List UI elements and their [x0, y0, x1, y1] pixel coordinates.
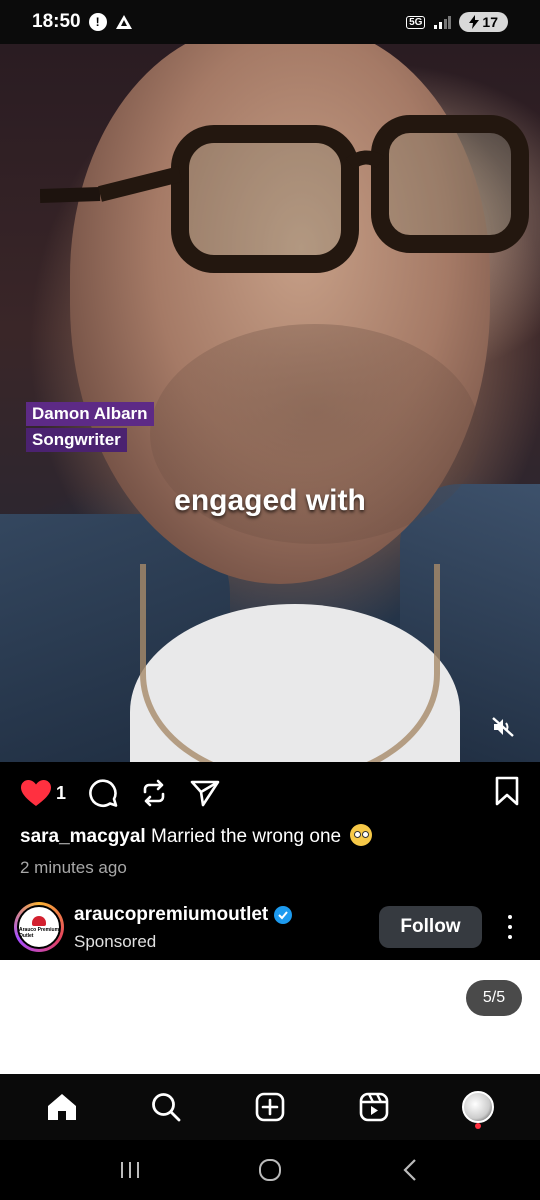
muted-speaker-icon — [492, 717, 514, 737]
follow-button[interactable]: Follow — [379, 906, 482, 948]
notification-dot — [475, 1123, 481, 1129]
post-footer: 1 sara_macgyal Married the wrong one 2 m… — [0, 762, 540, 960]
sponsor-avatar[interactable]: Arauco Premium Outlet — [14, 902, 64, 952]
more-options-button[interactable] — [500, 912, 520, 942]
post-timestamp: 2 minutes ago — [20, 858, 127, 877]
avatar-logo-text: Arauco Premium Outlet — [19, 926, 60, 939]
sponsor-avatar-inner: Arauco Premium Outlet — [17, 905, 61, 949]
arauco-logo-icon — [32, 915, 46, 926]
battery-indicator: 17 — [459, 12, 508, 32]
create-icon — [255, 1092, 285, 1122]
nav-search[interactable] — [146, 1087, 186, 1127]
network-type: 5G — [406, 15, 426, 29]
recent-apps-button[interactable] — [110, 1150, 150, 1190]
rolling-eyes-emoji-icon — [350, 824, 373, 846]
nav-create[interactable] — [250, 1087, 290, 1127]
system-nav — [0, 1140, 540, 1200]
send-icon — [190, 780, 220, 807]
name-tag: Damon Albarn Songwriter — [26, 402, 154, 454]
comment-username[interactable]: sara_macgyal — [20, 826, 146, 847]
reels-icon — [359, 1092, 389, 1122]
back-chevron-icon — [403, 1159, 416, 1181]
back-button[interactable] — [390, 1150, 430, 1190]
nav-profile[interactable] — [458, 1087, 498, 1129]
more-dot-icon — [508, 935, 512, 939]
status-time: 18:50 — [32, 11, 81, 32]
more-dot-icon — [508, 915, 512, 919]
share-button[interactable] — [190, 779, 220, 807]
comment-text: Married the wrong one — [151, 826, 342, 847]
status-left: 18:50 ! — [32, 11, 133, 33]
recent-apps-icon — [121, 1162, 139, 1178]
battery-level: 17 — [482, 14, 498, 30]
name-tag-name: Damon Albarn — [26, 402, 154, 426]
mute-button[interactable] — [488, 712, 518, 742]
save-button[interactable] — [494, 776, 520, 811]
name-tag-role: Songwriter — [26, 428, 127, 452]
home-icon — [48, 1094, 76, 1120]
post-video[interactable]: Damon Albarn Songwriter engaged with — [0, 44, 540, 762]
bookmark-icon — [495, 776, 519, 806]
repost-icon — [143, 779, 165, 807]
comment-preview[interactable]: sara_macgyal Married the wrong one — [20, 824, 373, 848]
sponsored-post-header: Arauco Premium Outlet araucopremiumoutle… — [0, 892, 540, 960]
profile-avatar — [462, 1091, 494, 1123]
heart-filled-icon — [21, 780, 51, 806]
video-chain — [140, 564, 440, 762]
status-bar: 18:50 ! 5G 17 — [0, 0, 540, 44]
verified-badge-icon — [274, 906, 293, 924]
sponsor-account[interactable]: araucopremiumoutlet — [74, 904, 293, 926]
home-system-button[interactable] — [250, 1150, 290, 1190]
carousel-pager: 5/5 — [466, 980, 522, 1016]
comment-bubble-icon — [89, 779, 118, 807]
video-caption: engaged with — [174, 484, 366, 517]
like-button[interactable]: 1 — [20, 779, 66, 807]
charging-icon — [469, 15, 480, 29]
video-glasses — [40, 115, 529, 273]
bottom-nav — [0, 1074, 540, 1140]
status-right: 5G 17 — [406, 12, 508, 32]
repost-button[interactable] — [140, 779, 168, 807]
sponsor-account-name[interactable]: araucopremiumoutlet — [74, 904, 268, 926]
nav-reels[interactable] — [354, 1087, 394, 1127]
more-dot-icon — [508, 925, 512, 929]
home-circle-icon — [259, 1159, 281, 1181]
info-icon: ! — [88, 13, 107, 31]
search-icon — [152, 1093, 181, 1122]
ad-media[interactable]: 5/5 — [0, 960, 540, 1074]
signal-icon — [434, 16, 452, 29]
nav-home[interactable] — [42, 1087, 82, 1127]
sponsored-label: Sponsored — [74, 932, 157, 951]
like-count: 1 — [56, 782, 67, 803]
action-bar: 1 — [20, 776, 520, 810]
comment-button[interactable] — [88, 778, 118, 808]
app-notification-icon — [115, 15, 132, 29]
